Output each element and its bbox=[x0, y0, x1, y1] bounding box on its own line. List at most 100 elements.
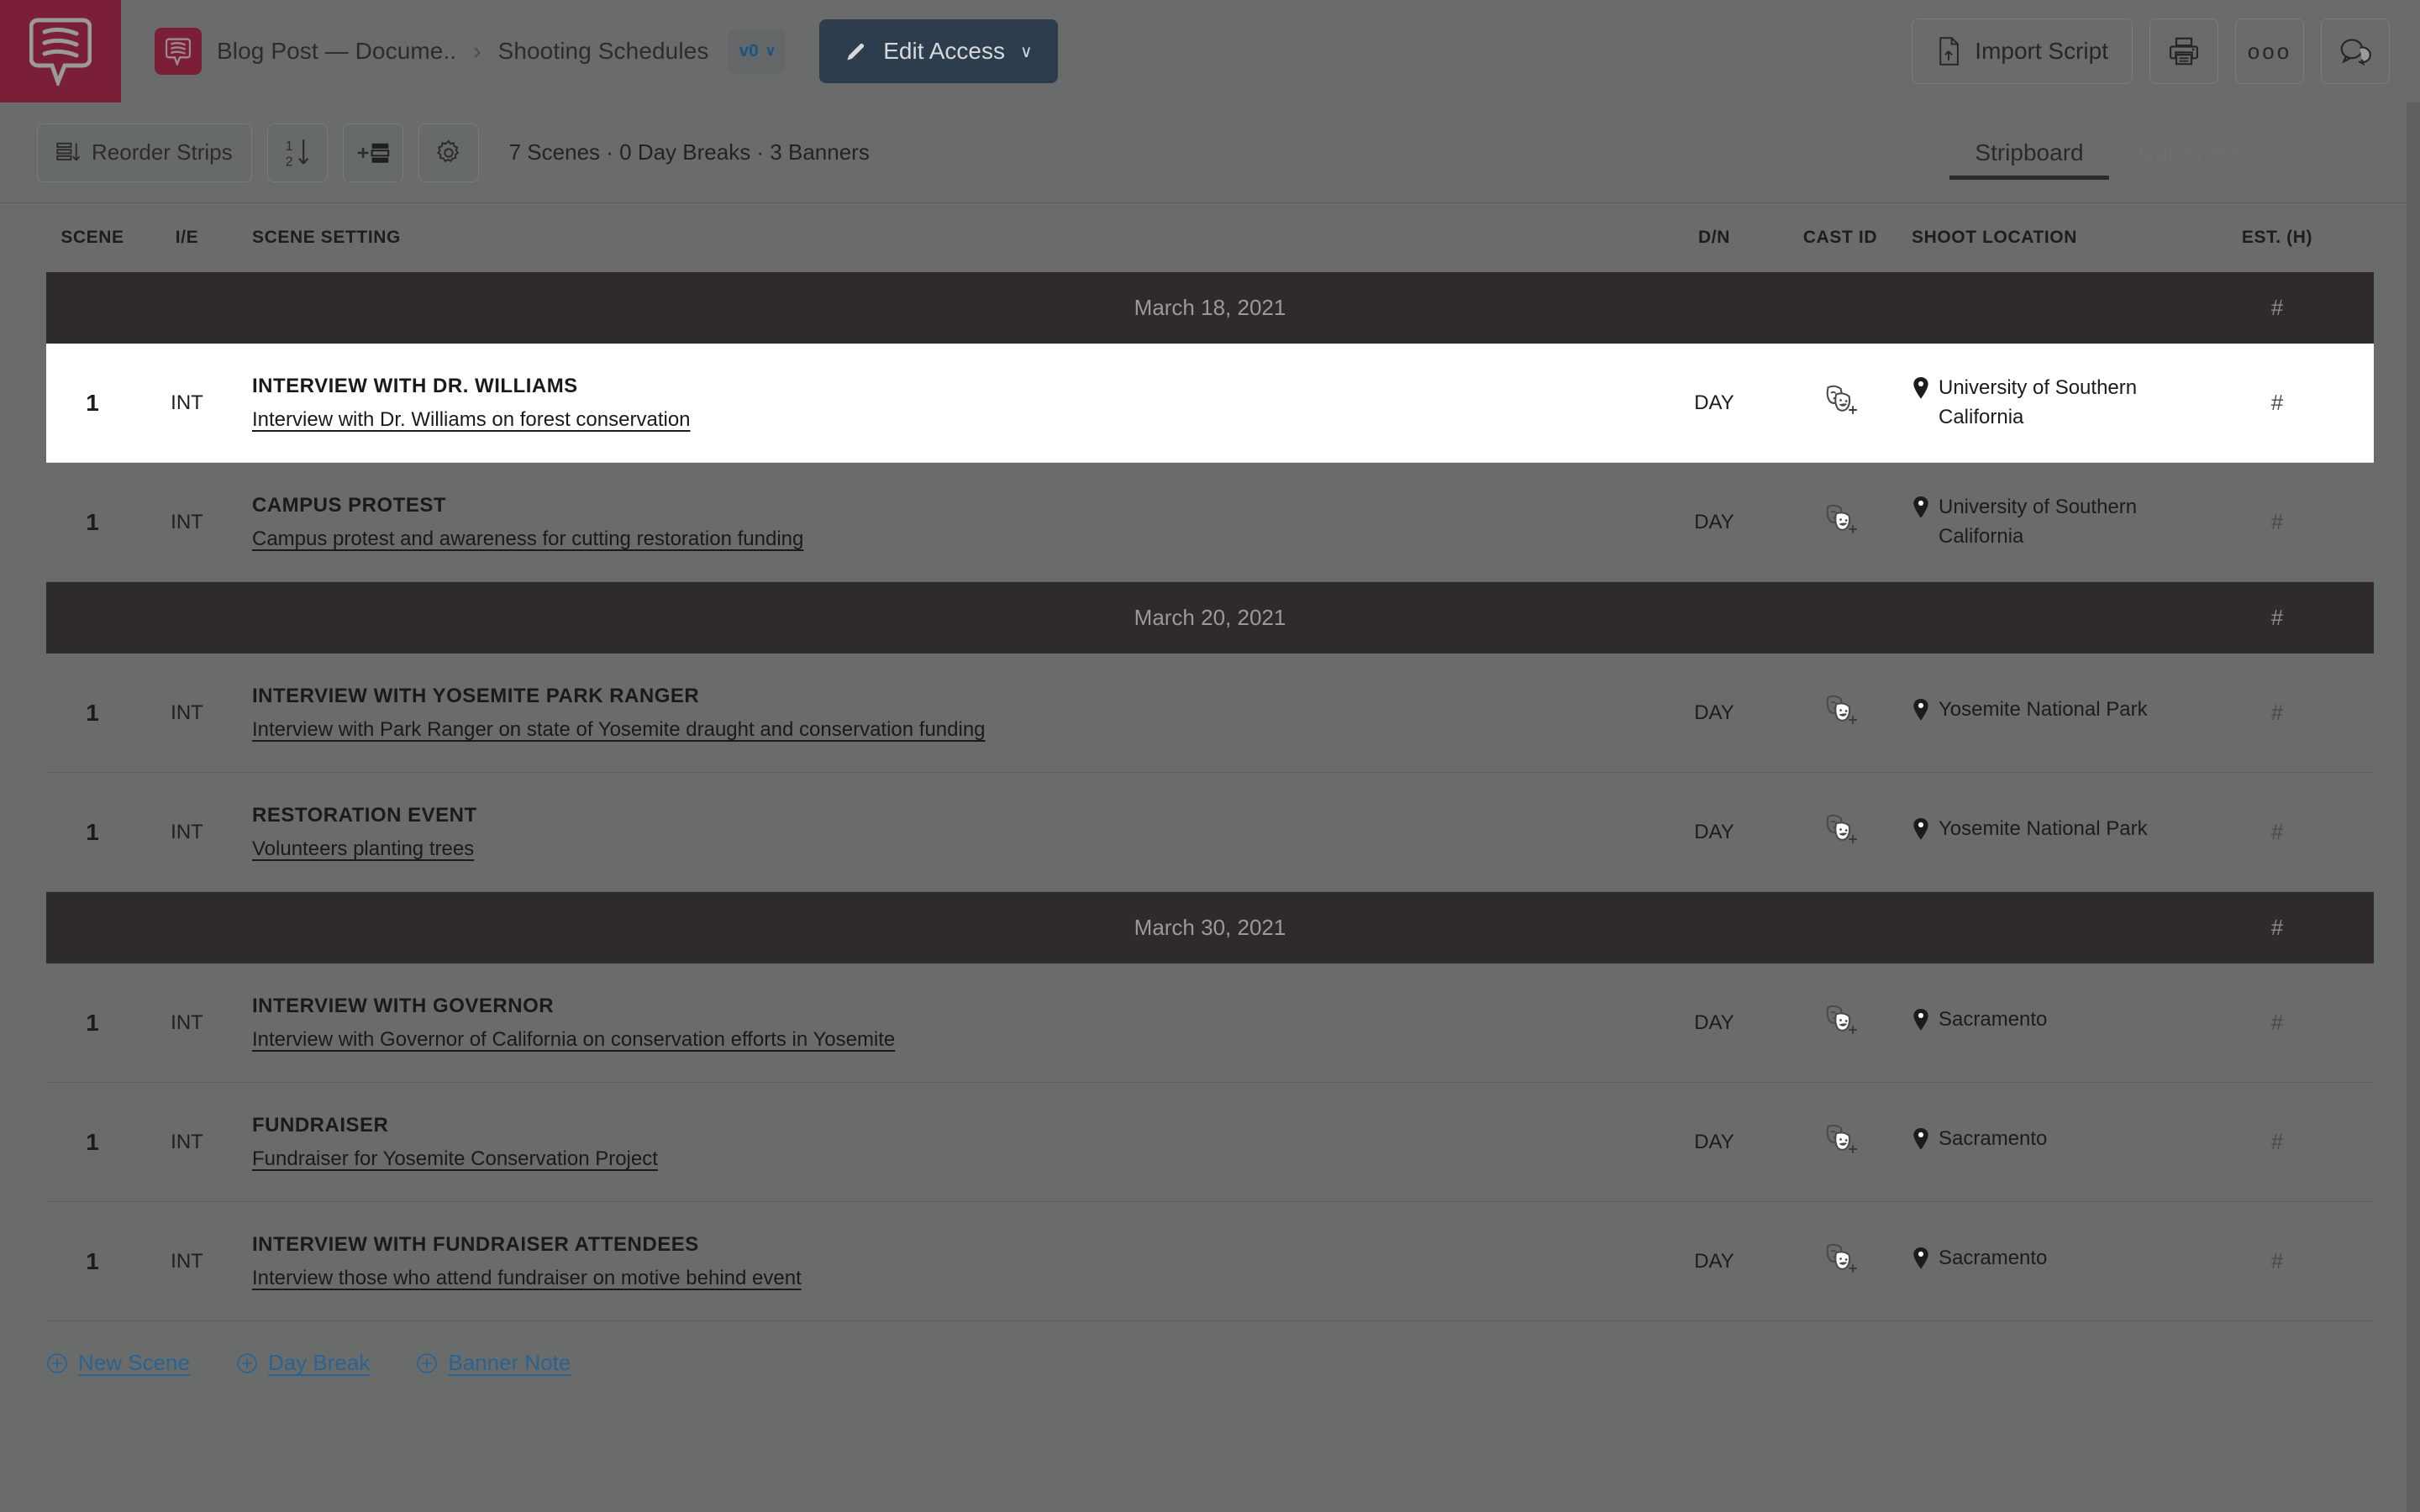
scene-stats: 7 Scenes · 0 Day Breaks · 3 Banners bbox=[508, 139, 870, 165]
more-options-button[interactable]: ooo bbox=[2235, 18, 2304, 84]
table-row[interactable]: 1 INT INTERVIEW WITH FUNDRAISER ATTENDEE… bbox=[46, 1202, 2374, 1321]
theater-masks-add-icon bbox=[1826, 814, 1857, 843]
breadcrumb-item-document[interactable]: Blog Post — Docume.. bbox=[217, 38, 456, 65]
row-scene-description[interactable]: Interview with Dr. Williams on forest co… bbox=[252, 408, 1651, 432]
reorder-list-down-icon bbox=[56, 142, 81, 160]
document-chip[interactable] bbox=[155, 28, 202, 75]
tab-stripboard[interactable]: Stripboard bbox=[1949, 102, 2109, 203]
app-logo[interactable] bbox=[0, 0, 121, 102]
row-cast-id[interactable] bbox=[1777, 1002, 1903, 1043]
row-estimated-hours[interactable]: # bbox=[2181, 819, 2374, 845]
row-cast-id[interactable] bbox=[1777, 501, 1903, 543]
row-scene-description[interactable]: Interview with Park Ranger on state of Y… bbox=[252, 718, 1651, 742]
date-banner-label: March 30, 2021 bbox=[1134, 915, 1286, 940]
date-banner-row[interactable]: March 20, 2021 # bbox=[46, 582, 2374, 654]
import-script-button[interactable]: Import Script bbox=[1912, 18, 2133, 84]
row-shoot-location[interactable]: Sacramento bbox=[1903, 1005, 2181, 1040]
row-estimated-hours[interactable]: # bbox=[2181, 390, 2374, 416]
row-cast-id[interactable] bbox=[1777, 811, 1903, 853]
banner-note-link[interactable]: Banner Note bbox=[416, 1350, 571, 1376]
map-pin-icon bbox=[1913, 496, 1928, 519]
breadcrumb-item-schedule[interactable]: Shooting Schedules bbox=[498, 38, 709, 65]
row-int-ext: INT bbox=[171, 1130, 203, 1153]
row-day-night[interactable]: DAY bbox=[1651, 1131, 1777, 1154]
row-day-night[interactable]: DAY bbox=[1651, 821, 1777, 844]
row-scene-setting[interactable]: INTERVIEW WITH DR. WILLIAMS Interview wi… bbox=[235, 375, 1651, 432]
row-scene-setting[interactable]: INTERVIEW WITH GOVERNOR Interview with G… bbox=[235, 995, 1651, 1052]
row-scene-setting[interactable]: RESTORATION EVENT Volunteers planting tr… bbox=[235, 804, 1651, 861]
row-scene-description[interactable]: Interview those who attend fundraiser on… bbox=[252, 1267, 1651, 1290]
row-day-night[interactable]: DAY bbox=[1651, 701, 1777, 725]
date-banner-row[interactable]: March 30, 2021 # bbox=[46, 892, 2374, 963]
schedule-toolbar: Reorder Strips 1 2 7 Scenes · 0 Day Brea… bbox=[0, 102, 2420, 203]
new-scene-link[interactable]: New Scene bbox=[46, 1350, 190, 1376]
row-estimated-hours[interactable]: # bbox=[2181, 1129, 2374, 1155]
gear-icon bbox=[436, 139, 459, 162]
row-estimated-hours[interactable]: # bbox=[2181, 1010, 2374, 1036]
settings-button[interactable] bbox=[418, 123, 479, 182]
table-row[interactable]: 1 INT RESTORATION EVENT Volunteers plant… bbox=[46, 773, 2374, 892]
edit-access-button[interactable]: Edit Access ∨ bbox=[819, 19, 1058, 83]
chevron-down-icon: ∨ bbox=[765, 43, 776, 59]
row-shoot-location[interactable]: Sacramento bbox=[1903, 1244, 2181, 1278]
row-shoot-location[interactable]: Yosemite National Park bbox=[1903, 696, 2181, 730]
row-scene-number: 1 bbox=[86, 818, 99, 845]
row-scene-setting[interactable]: INTERVIEW WITH YOSEMITE PARK RANGER Inte… bbox=[235, 685, 1651, 742]
celtx-speech-bubble-logo-icon bbox=[29, 18, 92, 86]
row-location-label: Sacramento bbox=[1939, 1126, 2048, 1150]
row-scene-description[interactable]: Fundraiser for Yosemite Conservation Pro… bbox=[252, 1147, 1651, 1171]
reorder-strips-label: Reorder Strips bbox=[92, 139, 233, 165]
row-scene-description[interactable]: Interview with Governor of California on… bbox=[252, 1028, 1651, 1052]
day-break-label: Day Break bbox=[267, 1350, 371, 1375]
row-estimated-hours[interactable]: # bbox=[2181, 509, 2374, 535]
day-break-link[interactable]: Day Break bbox=[236, 1350, 370, 1376]
row-estimated-hours[interactable]: # bbox=[2181, 1248, 2374, 1274]
table-row[interactable]: 1 INT INTERVIEW WITH DR. WILLIAMS Interv… bbox=[46, 344, 2374, 463]
add-strip-button[interactable] bbox=[342, 123, 403, 182]
row-day-night[interactable]: DAY bbox=[1651, 391, 1777, 415]
date-banner-row[interactable]: March 18, 2021 # bbox=[46, 272, 2374, 344]
row-scene-description[interactable]: Campus protest and awareness for cutting… bbox=[252, 528, 1651, 551]
table-row[interactable]: 1 INT INTERVIEW WITH YOSEMITE PARK RANGE… bbox=[46, 654, 2374, 773]
tab-boneyard[interactable]: Boneyard bbox=[2109, 102, 2269, 203]
version-selector[interactable]: v0 ∨ bbox=[729, 29, 786, 73]
column-header-scene: SCENE bbox=[60, 228, 124, 247]
pencil-icon bbox=[844, 39, 868, 63]
row-shoot-location[interactable]: Sacramento bbox=[1903, 1125, 2181, 1159]
row-shoot-location[interactable]: University of Southern California bbox=[1903, 374, 2181, 431]
vertical-scrollbar[interactable] bbox=[2407, 102, 2420, 1512]
theater-masks-add-icon bbox=[1826, 1005, 1857, 1034]
sort-button[interactable]: 1 2 bbox=[266, 123, 328, 182]
comments-button[interactable] bbox=[2321, 18, 2390, 84]
row-day-night[interactable]: DAY bbox=[1651, 1250, 1777, 1273]
row-scene-heading: INTERVIEW WITH GOVERNOR bbox=[252, 994, 555, 1017]
row-scene-setting[interactable]: CAMPUS PROTEST Campus protest and awaren… bbox=[235, 494, 1651, 551]
row-estimated-hours[interactable]: # bbox=[2181, 700, 2374, 726]
row-cast-id[interactable] bbox=[1777, 692, 1903, 733]
row-scene-setting[interactable]: INTERVIEW WITH FUNDRAISER ATTENDEES Inte… bbox=[235, 1233, 1651, 1290]
stripboard-rows: March 18, 2021 # 1 INT INTERVIEW WITH DR… bbox=[0, 272, 2420, 1321]
table-row[interactable]: 1 INT INTERVIEW WITH GOVERNOR Interview … bbox=[46, 963, 2374, 1083]
view-tabs: Stripboard Boneyard bbox=[1949, 102, 2269, 203]
breadcrumb-separator: › bbox=[473, 38, 481, 64]
row-day-night[interactable]: DAY bbox=[1651, 1011, 1777, 1035]
row-shoot-location[interactable]: University of Southern California bbox=[1903, 493, 2181, 550]
row-cast-id[interactable] bbox=[1777, 1241, 1903, 1282]
column-header-est: EST. (H) bbox=[2241, 228, 2313, 247]
print-button[interactable] bbox=[2149, 18, 2218, 84]
row-scene-description[interactable]: Volunteers planting trees bbox=[252, 837, 1651, 861]
table-row[interactable]: 1 INT FUNDRAISER Fundraiser for Yosemite… bbox=[46, 1083, 2374, 1202]
breadcrumb: Blog Post — Docume.. › Shooting Schedule… bbox=[155, 19, 1912, 83]
row-shoot-location[interactable]: Yosemite National Park bbox=[1903, 815, 2181, 849]
row-scene-number: 1 bbox=[86, 508, 99, 535]
row-scene-heading: INTERVIEW WITH FUNDRAISER ATTENDEES bbox=[252, 1232, 699, 1256]
row-location-label: Yosemite National Park bbox=[1939, 697, 2148, 721]
row-day-night[interactable]: DAY bbox=[1651, 511, 1777, 534]
row-cast-id[interactable] bbox=[1777, 1121, 1903, 1163]
reorder-strips-button[interactable]: Reorder Strips bbox=[37, 123, 252, 182]
table-row[interactable]: 1 INT CAMPUS PROTEST Campus protest and … bbox=[46, 463, 2374, 582]
row-scene-setting[interactable]: FUNDRAISER Fundraiser for Yosemite Conse… bbox=[235, 1114, 1651, 1171]
row-cast-id[interactable] bbox=[1777, 382, 1903, 423]
svg-text:2: 2 bbox=[285, 155, 292, 169]
row-int-ext: INT bbox=[171, 820, 203, 843]
